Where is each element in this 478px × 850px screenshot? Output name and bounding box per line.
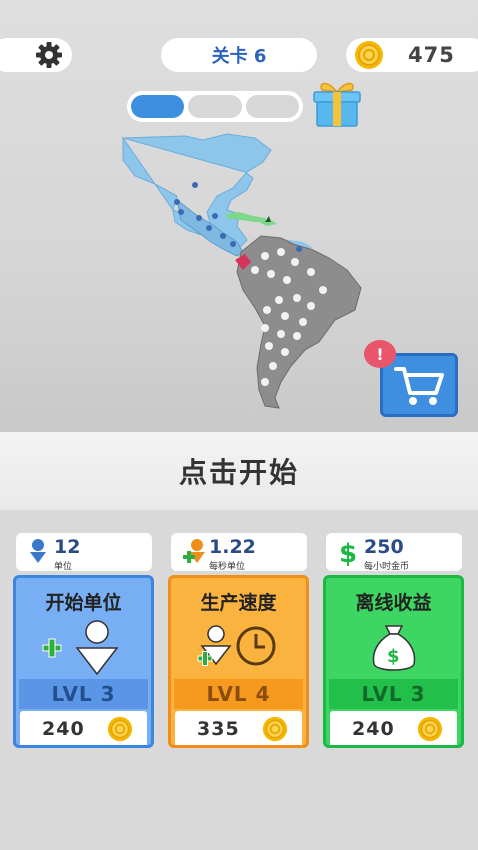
stat-units: 12 单位 bbox=[16, 533, 152, 572]
upgrade-title: 离线收益 bbox=[355, 592, 432, 614]
upgrade-title: 生产速度 bbox=[200, 592, 277, 614]
cart-icon bbox=[394, 367, 444, 405]
stat-label: 每秒单位 bbox=[209, 562, 246, 572]
upgrade-art bbox=[16, 618, 151, 678]
coin-icon bbox=[262, 716, 288, 742]
upgrade-level: LVL 4 bbox=[174, 679, 303, 709]
coin-count: 475 bbox=[408, 43, 455, 67]
upgrade-price: 240 bbox=[352, 718, 395, 740]
gift-icon[interactable] bbox=[308, 78, 366, 128]
coin-icon bbox=[355, 41, 383, 69]
stat-value: 1.22 bbox=[209, 536, 256, 558]
progress-segment bbox=[131, 95, 185, 118]
upgrade-production-speed[interactable]: 生产速度 LVL 4 335 bbox=[168, 575, 309, 748]
level-indicator: 关卡 6 bbox=[161, 38, 317, 72]
upgrade-level: LVL 3 bbox=[19, 679, 148, 709]
notification-badge: ! bbox=[364, 340, 396, 368]
unit-plus-icon bbox=[183, 539, 205, 563]
upgrade-price: 240 bbox=[42, 718, 85, 740]
upgrade-title: 开始单位 bbox=[45, 592, 122, 614]
stat-label: 单位 bbox=[54, 562, 73, 572]
coin-icon bbox=[107, 716, 133, 742]
level-label: 关卡 6 bbox=[211, 46, 267, 67]
settings-button[interactable] bbox=[0, 38, 72, 72]
stat-label: 每小时金币 bbox=[364, 562, 410, 572]
stage-progress bbox=[127, 91, 303, 122]
money-bag-icon: $ bbox=[372, 625, 415, 671]
upgrade-cost-button[interactable]: 335 bbox=[175, 711, 302, 745]
start-label: 点击开始 bbox=[178, 456, 299, 489]
upgrade-cost-button[interactable]: 240 bbox=[20, 711, 147, 745]
progress-segment bbox=[245, 95, 299, 118]
coin-balance: 475 bbox=[346, 38, 478, 72]
upgrade-offline-earnings[interactable]: 离线收益 $ LVL 3 240 bbox=[323, 575, 464, 748]
map[interactable] bbox=[115, 130, 365, 415]
start-button[interactable]: 点击开始 bbox=[0, 432, 478, 510]
upgrade-price: 335 bbox=[197, 718, 240, 740]
svg-text:$: $ bbox=[387, 646, 400, 667]
svg-text:$: $ bbox=[339, 539, 357, 566]
progress-segment bbox=[188, 95, 242, 118]
upgrade-start-units[interactable]: 开始单位 LVL 3 240 bbox=[13, 575, 154, 748]
upgrade-art bbox=[171, 618, 306, 678]
gear-icon bbox=[36, 42, 62, 68]
unit-icon bbox=[30, 539, 46, 563]
unit-clock-icon bbox=[197, 625, 275, 666]
dollar-icon: $ bbox=[339, 539, 357, 566]
stat-value: 12 bbox=[54, 536, 81, 558]
game-area[interactable]: 关卡 6 475 ! bbox=[0, 0, 478, 432]
add-unit-icon bbox=[42, 620, 119, 676]
stat-offline: $ 250 每小时金币 bbox=[326, 533, 462, 572]
upgrade-level: LVL 3 bbox=[329, 679, 458, 709]
coin-icon bbox=[417, 716, 443, 742]
stat-value: 250 bbox=[364, 536, 404, 558]
upgrade-cost-button[interactable]: 240 bbox=[330, 711, 457, 745]
stat-production: 1.22 每秒单位 bbox=[171, 533, 307, 572]
upgrade-art: $ bbox=[326, 618, 461, 678]
